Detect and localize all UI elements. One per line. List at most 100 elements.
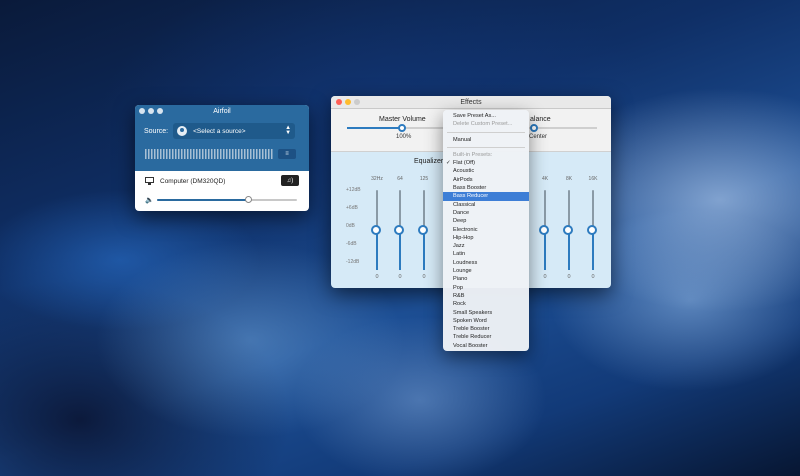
master-volume-knob[interactable] <box>398 124 406 132</box>
effects-titlebar[interactable]: Effects <box>331 96 611 109</box>
menu-item-label: Vocal Booster <box>453 342 488 349</box>
source-label: Source: <box>144 127 169 135</box>
eq-band: 125 0 <box>414 176 434 286</box>
balance-value: Center <box>529 134 548 140</box>
menu-item-preset[interactable]: Treble Reducer <box>443 333 529 341</box>
minimize-window-button[interactable] <box>345 99 351 105</box>
master-volume-label: Master Volume <box>379 116 426 123</box>
menu-item-label: Bass Booster <box>453 185 487 192</box>
menu-section-header: Built-in Presets: <box>443 151 529 159</box>
menu-item-label: Dance <box>453 209 470 216</box>
zoom-window-button[interactable] <box>157 108 163 114</box>
menu-item-label: AirPods <box>453 176 473 183</box>
eq-band-fill <box>376 230 378 270</box>
menu-item-label: Small Speakers <box>453 309 493 316</box>
menu-item-preset[interactable]: Treble Booster <box>443 325 529 333</box>
eq-band-frequency: 125 <box>419 176 429 182</box>
close-window-button[interactable] <box>139 108 145 114</box>
eq-band-fill <box>544 230 546 270</box>
menu-item-preset[interactable]: R&B <box>443 292 529 300</box>
menu-item-preset[interactable]: Acoustic <box>443 167 529 175</box>
eq-band-frequency: 32Hz <box>371 176 383 182</box>
zoom-window-button[interactable] <box>354 99 360 105</box>
speaker-volume-knob[interactable] <box>244 196 252 203</box>
menu-item-label: Latin <box>453 251 466 258</box>
minimize-window-button[interactable] <box>148 108 154 114</box>
menu-item-preset[interactable]: Loudness <box>443 259 529 267</box>
menu-item-preset[interactable]: Electronic <box>443 226 529 234</box>
menu-item-preset[interactable]: Vocal Booster <box>443 342 529 350</box>
eq-band-frequency: 8K <box>565 176 573 182</box>
balance-knob[interactable] <box>530 124 538 132</box>
menu-item-preset[interactable]: AirPods <box>443 176 529 184</box>
menu-item-preset[interactable]: Pop <box>443 284 529 292</box>
menu-item-preset[interactable]: Piano <box>443 275 529 283</box>
eq-band-knob[interactable] <box>394 225 404 235</box>
eq-band-knob[interactable] <box>563 225 573 235</box>
eq-band-fill <box>568 230 570 270</box>
db-label: +6dB <box>346 205 358 211</box>
menu-item-label: Lounge <box>453 268 472 275</box>
equalizer-sliders-icon[interactable]: ≡ <box>278 149 296 159</box>
volume-icon: 🔈 <box>145 197 154 204</box>
menu-item-preset[interactable]: Jazz <box>443 242 529 250</box>
db-label: 0dB <box>346 223 355 229</box>
eq-band-value: 0 <box>543 274 547 280</box>
menu-item-preset[interactable]: Spoken Word <box>443 317 529 325</box>
menu-item-preset[interactable]: Dance <box>443 209 529 217</box>
master-volume-value: 100% <box>396 134 412 140</box>
menu-item[interactable]: Save Preset As... <box>443 112 529 120</box>
computer-icon <box>145 177 155 185</box>
eq-band-knob[interactable] <box>418 225 428 235</box>
airfoil-titlebar[interactable]: Airfoil <box>135 105 309 117</box>
menu-item-label: Manual <box>453 136 472 143</box>
source-select[interactable]: <Select a source> ▲ ▼ <box>173 123 296 139</box>
eq-band-knob[interactable] <box>371 225 381 235</box>
menu-item-label: Rock <box>453 301 466 308</box>
source-select-value: <Select a source> <box>193 127 246 135</box>
balance-slider[interactable] <box>527 124 597 132</box>
window-title: Airfoil <box>213 107 231 115</box>
airfoil-header: Airfoil Source: <Select a source> ▲ ▼ ≡ <box>135 105 309 171</box>
menu-item-label: Deep <box>453 218 467 225</box>
eq-band-frequency: 4K <box>541 176 549 182</box>
speaker-volume-row: 🔈 <box>145 195 299 205</box>
menu-item-label: Classical <box>453 201 476 208</box>
menu-item-preset[interactable]: Latin <box>443 250 529 258</box>
menu-item-label: Jazz <box>453 243 465 250</box>
speaker-row: Computer (DM320QD) ♫) <box>145 175 299 186</box>
master-volume-slider[interactable] <box>347 124 447 132</box>
db-label: -12dB <box>346 259 360 265</box>
menu-item-preset[interactable]: Rock <box>443 300 529 308</box>
menu-item-manual[interactable]: Manual <box>443 136 529 144</box>
menu-item-label: Loudness <box>453 259 478 266</box>
menu-item-preset[interactable]: Lounge <box>443 267 529 275</box>
menu-item-label: Flat (Off) <box>453 160 475 167</box>
menu-separator <box>447 146 525 148</box>
eq-band-frequency: 64 <box>397 176 403 182</box>
eq-band-value: 0 <box>591 274 595 280</box>
menu-item-label: Save Preset As... <box>453 113 496 119</box>
eq-band-frequency: 16K <box>588 176 598 182</box>
menu-item-label: Built-in Presets: <box>453 151 493 158</box>
eq-band: 64 0 <box>390 176 410 286</box>
menu-item-preset[interactable]: Bass Reducer <box>443 192 529 201</box>
menu-item-preset[interactable]: Flat (Off) ✓ <box>443 159 529 167</box>
menu-item-preset[interactable]: Classical <box>443 201 529 209</box>
menu-item-label: Delete Custom Preset... <box>453 121 513 128</box>
menu-item-preset[interactable]: Bass Booster <box>443 184 529 192</box>
close-window-button[interactable] <box>336 99 342 105</box>
eq-band-value: 0 <box>422 274 426 280</box>
equalizer-label: Equalizer <box>414 158 444 165</box>
menu-item-preset[interactable]: Small Speakers <box>443 309 529 317</box>
speaker-wave-icon[interactable]: ♫) <box>281 175 299 186</box>
checkmark-icon: ✓ <box>446 160 451 167</box>
menu-item-preset[interactable]: Deep <box>443 217 529 225</box>
balance-label: alance <box>530 116 551 123</box>
eq-band-fill <box>399 230 401 270</box>
menu-item-preset[interactable]: Hip-Hop <box>443 234 529 242</box>
eq-band-knob[interactable] <box>587 225 597 235</box>
eq-band-knob[interactable] <box>539 225 549 235</box>
speaker-volume-slider[interactable] <box>157 196 297 203</box>
menu-separator <box>447 131 525 133</box>
